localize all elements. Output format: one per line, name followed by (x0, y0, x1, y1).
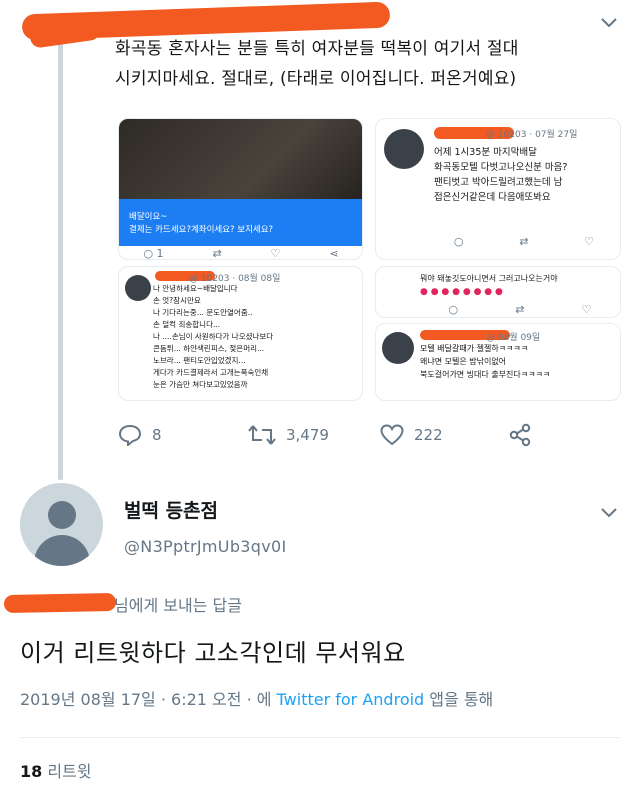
reply-count: 8 (152, 426, 162, 444)
retweet-icon (248, 425, 276, 445)
avatar (382, 332, 414, 364)
like-icon (380, 424, 404, 446)
reply-count: 1 (156, 247, 164, 260)
source-link[interactable]: Twitter for Android (277, 690, 425, 709)
reply-button[interactable]: 8 (118, 424, 248, 446)
divider (20, 737, 620, 738)
emoji-row: ● ● ● ● ● ● ● ● (420, 287, 503, 297)
like-count: 222 (414, 426, 443, 444)
tweet-body: 뭐야 돼놓깃도아니면서 그러고나오는거야 (420, 274, 558, 283)
tweet-text-line: 시키지마세요. 절대로, (타래로 이어집니다. 퍼온거예요) (115, 69, 517, 89)
display-name[interactable]: 벌떡 등촌점 (124, 496, 218, 523)
tweet-body: 어제 1시35분 마지막배달 화곡동모텔 다벗고나오신분 마음? 팬티벗고 박아… (434, 147, 568, 203)
tweet-media[interactable]: 배달이요~ 결제는 카드세요?계좌이세요? 보지세요? ○ 1 ⇄ ♡ ⋖ @ … (118, 118, 621, 401)
replying-to: 님에게 보내는 답글 (114, 596, 242, 615)
like-icon: ♡ (581, 303, 592, 316)
reply-icon: ○ 1 (143, 247, 164, 260)
media-card[interactable]: 뭐야 돼놓깃도아니면서 그러고나오는거야 ● ● ● ● ● ● ● ● ○ ⇄… (375, 266, 621, 318)
message-bubble: 배달이요~ 결제는 카드세요?계좌이세요? 보지세요? (119, 199, 362, 246)
reply-tweet-text: 이거 리트윗하다 고소각인데 무서워요 (20, 639, 406, 667)
timestamp[interactable]: 2019년 08월 17일 · 6:21 오전 · 에 (20, 690, 277, 709)
chevron-down-icon[interactable] (600, 500, 618, 524)
share-icon: ⋖ (329, 247, 339, 260)
avatar-head (48, 501, 76, 529)
thread-line (58, 40, 63, 480)
reply-icon (118, 424, 142, 446)
avatar-body (34, 535, 90, 566)
tweet-text-line: 화곡동 혼자사는 분들 특히 여자분들 떡복이 여기서 절대 (115, 39, 519, 59)
tweet-body: 나 안녕하세요~배달입니다 손 엇?잠시만요 나 기다리는중... 문도안열어줌… (153, 284, 274, 389)
message-text: 배달이요~ (129, 212, 168, 222)
media-card[interactable]: @ 08월 09일 모텔 배달갈때가 젤젤하ㅋㅋㅋㅋ 왜냐면 모텔은 밤낚이없어… (375, 323, 621, 401)
retweet-button[interactable]: 3,479 (248, 424, 380, 446)
retweet-count: 3,479 (286, 426, 329, 444)
reply-icon: ○ (453, 235, 464, 248)
card-actions: ○ ⇄ ♡ (420, 303, 620, 316)
avatar (384, 129, 424, 169)
like-icon: ♡ (584, 235, 595, 248)
chevron-down-icon[interactable] (600, 10, 618, 34)
share-button[interactable] (508, 423, 532, 447)
message-text: 결제는 카드세요?계좌이세요? 보지세요? (129, 225, 274, 235)
tweet-meta: 2019년 08월 17일 · 6:21 오전 · 에 Twitter for … (20, 686, 493, 710)
photo (119, 119, 362, 199)
share-icon (509, 423, 531, 447)
media-card[interactable]: @ 10203 · 07월 27일 어제 1시35분 마지막배달 화곡동모텔 다… (375, 118, 621, 260)
retweet-stats[interactable]: 18 리트윗 (20, 758, 92, 782)
tweet-body: 모텔 배달갈때가 젤젤하ㅋㅋㅋㅋ 왜냐면 모텔은 밤낚이없어 북도걸어가면 빙대… (420, 344, 551, 379)
tweet-action-bar: 8 3,479 222 (118, 420, 618, 450)
reply-icon: ○ (448, 303, 459, 316)
redacted-name (3, 593, 117, 613)
source-suffix: 앱을 통해 (424, 690, 494, 709)
retweet-label: 리트윗 (42, 762, 92, 781)
avatar (125, 275, 151, 301)
tweet-handle: @ 10203 · 07월 27일 (486, 130, 578, 140)
retweet-icon: ⇄ (212, 247, 222, 260)
like-button[interactable]: 222 (380, 424, 508, 446)
card-actions: ○ ⇄ ♡ (426, 235, 620, 248)
retweet-icon: ⇄ (515, 303, 525, 316)
retweet-icon: ⇄ (519, 235, 529, 248)
card-actions: ○ 1 ⇄ ♡ ⋖ (119, 247, 362, 260)
media-card[interactable]: @ 10203 · 08월 08일 나 안녕하세요~배달입니다 손 엇?잠시만요… (118, 266, 363, 401)
user-handle[interactable]: @N3PptrJmUb3qv0I (124, 537, 286, 556)
media-card[interactable]: 배달이요~ 결제는 카드세요?계좌이세요? 보지세요? ○ 1 ⇄ ♡ ⋖ (118, 118, 363, 260)
avatar[interactable] (20, 483, 103, 566)
tweet-text: 화곡동 혼자사는 분들 특히 여자분들 떡복이 여기서 절대 시키지마세요. 절… (115, 34, 620, 94)
like-icon: ♡ (270, 247, 281, 260)
retweet-total: 18 (20, 762, 43, 781)
